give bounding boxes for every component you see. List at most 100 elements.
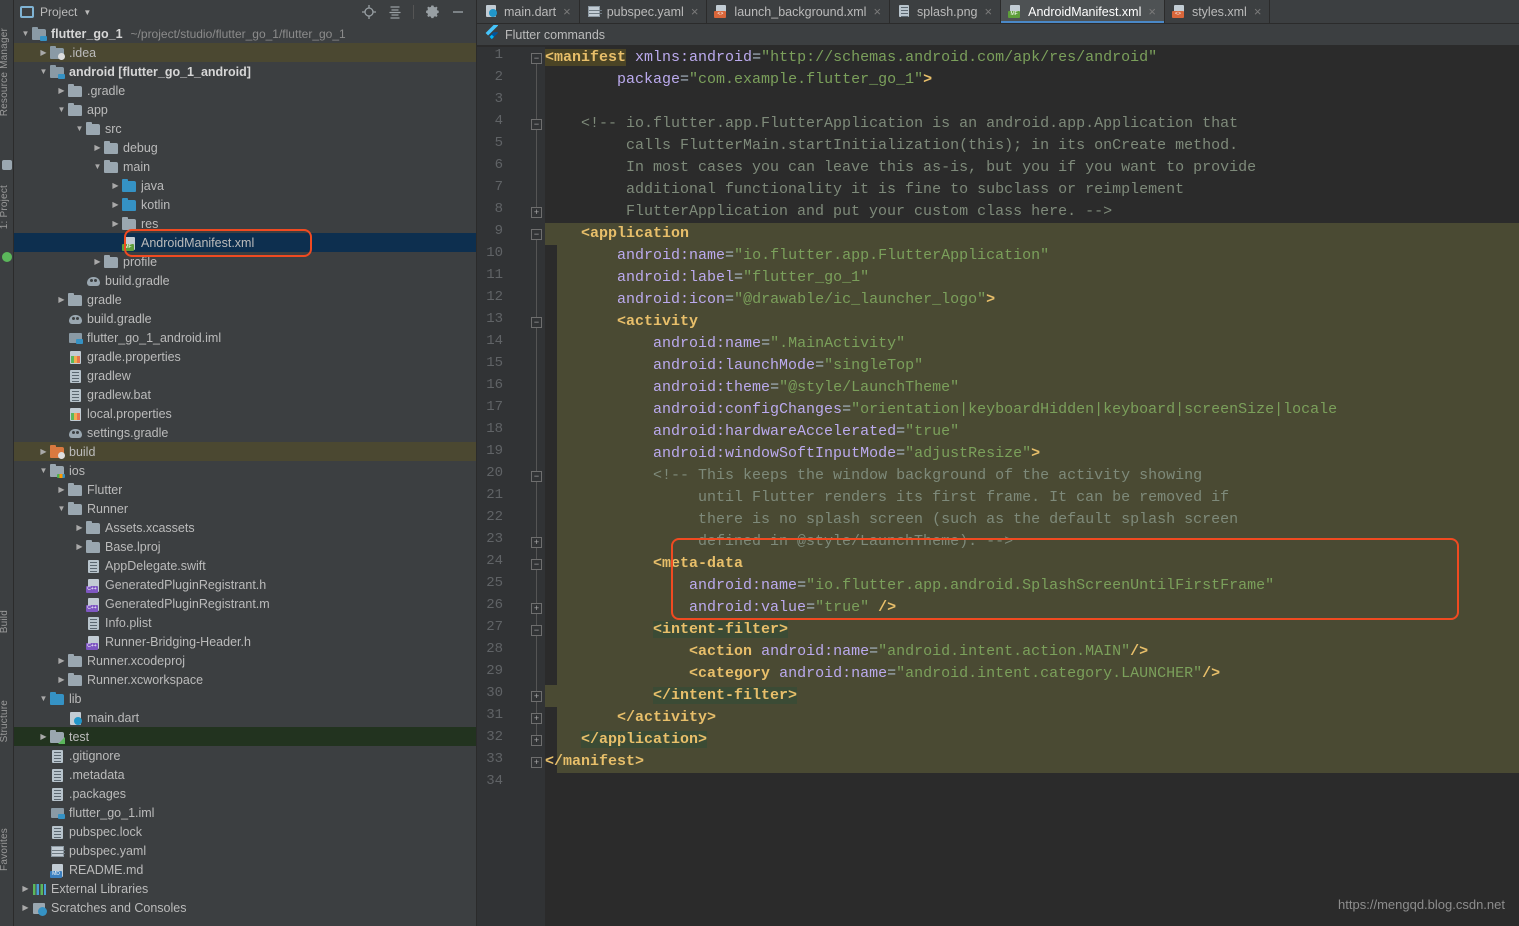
chevron-down-icon[interactable]: ▼ [56, 504, 67, 513]
fold-toggle-icon[interactable] [531, 53, 542, 64]
tree-item-pubspec-lock[interactable]: pubspec.lock [14, 822, 476, 841]
tree-item-assets-xcassets[interactable]: ▶ Assets.xcassets [14, 518, 476, 537]
chevron-right-icon[interactable]: ▶ [74, 542, 85, 551]
chevron-right-icon[interactable]: ▶ [74, 523, 85, 532]
strip-label-structure[interactable]: Structure [0, 700, 10, 742]
chevron-right-icon[interactable]: ▶ [110, 219, 121, 228]
fold-toggle-icon[interactable] [531, 537, 542, 548]
close-icon[interactable]: × [691, 4, 699, 19]
tree-item-gradlew-bat[interactable]: gradlew.bat [14, 385, 476, 404]
strip-label-favorites[interactable]: Favorites [0, 828, 10, 871]
tree-item-gradle[interactable]: ▶ gradle [14, 290, 476, 309]
tree-item-metadata[interactable]: .metadata [14, 765, 476, 784]
code-text[interactable]: <manifest xmlns:android="http://schemas.… [545, 47, 1519, 926]
chevron-right-icon[interactable]: ▶ [110, 200, 121, 209]
tree-item-runner-bridging-header-h[interactable]: C++ Runner-Bridging-Header.h [14, 632, 476, 651]
tree-item-gradlew[interactable]: gradlew [14, 366, 476, 385]
tree-item-flutter[interactable]: ▶ Flutter [14, 480, 476, 499]
fold-toggle-icon[interactable] [531, 229, 542, 240]
fold-toggle-icon[interactable] [531, 691, 542, 702]
chevron-right-icon[interactable]: ▶ [56, 295, 67, 304]
chevron-down-icon[interactable]: ▼ [74, 124, 85, 133]
tree-item-main[interactable]: ▼ main [14, 157, 476, 176]
tree-item-kotlin[interactable]: ▶ kotlin [14, 195, 476, 214]
chevron-down-icon[interactable]: ▼ [92, 162, 103, 171]
tree-item-external-libraries[interactable]: ▶ External Libraries [14, 879, 476, 898]
tree-item-flutter-go-1-iml[interactable]: flutter_go_1.iml [14, 803, 476, 822]
locate-icon[interactable] [361, 4, 377, 20]
tree-item-generatedpluginregistrant-m[interactable]: C++ GeneratedPluginRegistrant.m [14, 594, 476, 613]
fold-toggle-icon[interactable] [531, 317, 542, 328]
tree-item-generatedpluginregistrant-h[interactable]: C++ GeneratedPluginRegistrant.h [14, 575, 476, 594]
close-icon[interactable]: × [1254, 4, 1262, 19]
fold-toggle-icon[interactable] [531, 713, 542, 724]
gear-icon[interactable] [424, 4, 440, 20]
tree-item-runner[interactable]: ▼ Runner [14, 499, 476, 518]
project-tree[interactable]: ▼ flutter_go_1 ~/project/studio/flutter_go… [14, 24, 476, 926]
tree-item-lib[interactable]: ▼ lib [14, 689, 476, 708]
tree-item-flutter-go-1-android-iml[interactable]: flutter_go_1_android.iml [14, 328, 476, 347]
strip-label-build[interactable]: Build [0, 610, 10, 633]
tree-item-test[interactable]: ▶ test [14, 727, 476, 746]
fold-toggle-icon[interactable] [531, 119, 542, 130]
chevron-right-icon[interactable]: ▶ [92, 143, 103, 152]
chevron-right-icon[interactable]: ▶ [38, 447, 49, 456]
chevron-down-icon[interactable]: ▼ [38, 466, 49, 475]
tree-item-pubspec-yaml[interactable]: pubspec.yaml [14, 841, 476, 860]
tree-item-gradle[interactable]: ▶ .gradle [14, 81, 476, 100]
tree-item-build-gradle[interactable]: build.gradle [14, 271, 476, 290]
tree-item-build[interactable]: ▶ build [14, 442, 476, 461]
chevron-right-icon[interactable]: ▶ [20, 903, 31, 912]
strip-label-resource-manager[interactable]: Resource Manager [0, 28, 10, 116]
editor-tab-styles-xml[interactable]: <> styles.xml × [1165, 0, 1271, 23]
editor-tab-bar[interactable]: main.dart × pubspec.yaml × <> launch_backgrou… [477, 0, 1519, 24]
tree-item-main-dart[interactable]: main.dart [14, 708, 476, 727]
editor-tab-main-dart[interactable]: main.dart × [477, 0, 580, 23]
tree-item-settings-gradle[interactable]: settings.gradle [14, 423, 476, 442]
fold-toggle-icon[interactable] [531, 471, 542, 482]
chevron-right-icon[interactable]: ▶ [56, 485, 67, 494]
tree-item-appdelegate-swift[interactable]: AppDelegate.swift [14, 556, 476, 575]
fold-toggle-icon[interactable] [531, 603, 542, 614]
chevron-down-icon[interactable]: ▼ [38, 67, 49, 76]
close-icon[interactable]: × [985, 4, 993, 19]
editor-tab-androidmanifest-xml[interactable]: MF AndroidManifest.xml × [1001, 0, 1165, 23]
tree-item-build-gradle[interactable]: build.gradle [14, 309, 476, 328]
close-icon[interactable]: × [873, 4, 881, 19]
tree-item-packages[interactable]: .packages [14, 784, 476, 803]
chevron-right-icon[interactable]: ▶ [38, 48, 49, 57]
chevron-right-icon[interactable]: ▶ [56, 86, 67, 95]
tree-item-res[interactable]: ▶ res [14, 214, 476, 233]
tree-item-ios[interactable]: ▼ ios [14, 461, 476, 480]
chevron-right-icon[interactable]: ▶ [56, 656, 67, 665]
chevron-down-icon[interactable]: ▼ [20, 29, 31, 38]
tree-item-gradle-properties[interactable]: gradle.properties [14, 347, 476, 366]
fold-toggle-icon[interactable] [531, 207, 542, 218]
editor-tab-splash-png[interactable]: splash.png × [890, 0, 1002, 23]
tree-item-profile[interactable]: ▶ profile [14, 252, 476, 271]
chevron-right-icon[interactable]: ▶ [110, 181, 121, 190]
tree-item-readme-md[interactable]: MD README.md [14, 860, 476, 879]
fold-toggle-icon[interactable] [531, 625, 542, 636]
tree-item-info-plist[interactable]: Info.plist [14, 613, 476, 632]
tree-item-runner-xcodeproj[interactable]: ▶ Runner.xcodeproj [14, 651, 476, 670]
close-icon[interactable]: × [563, 4, 571, 19]
fold-toggle-icon[interactable] [531, 559, 542, 570]
strip-label-project[interactable]: 1: Project [0, 185, 10, 229]
tree-item-gitignore[interactable]: .gitignore [14, 746, 476, 765]
tree-item-runner-xcworkspace[interactable]: ▶ Runner.xcworkspace [14, 670, 476, 689]
editor-gutter[interactable]: 1 2 3 4 5 6 7 8 9 10 11 12 13 14 15 16 17 18 19 20 21 22 23 24 2… [477, 47, 568, 926]
editor-tab-launch-background-xml[interactable]: <> launch_background.xml × [707, 0, 891, 23]
tree-item-androidmanifest-xml[interactable]: MF AndroidManifest.xml [14, 233, 476, 252]
hide-icon[interactable] [450, 4, 466, 20]
chevron-down-icon[interactable]: ▼ [83, 8, 91, 17]
flutter-commands-bar[interactable]: Flutter commands [477, 24, 1519, 46]
chevron-right-icon[interactable]: ▶ [38, 732, 49, 741]
tree-item-idea[interactable]: ▶ .idea [14, 43, 476, 62]
tree-item-app[interactable]: ▼ app [14, 100, 476, 119]
close-icon[interactable]: × [1148, 4, 1156, 19]
tree-item-debug[interactable]: ▶ debug [14, 138, 476, 157]
fold-toggle-icon[interactable] [531, 757, 542, 768]
editor-tab-pubspec-yaml[interactable]: pubspec.yaml × [580, 0, 708, 23]
tree-item-flutter-go-1[interactable]: ▼ flutter_go_1 ~/project/studio/flutter_go… [14, 24, 476, 43]
